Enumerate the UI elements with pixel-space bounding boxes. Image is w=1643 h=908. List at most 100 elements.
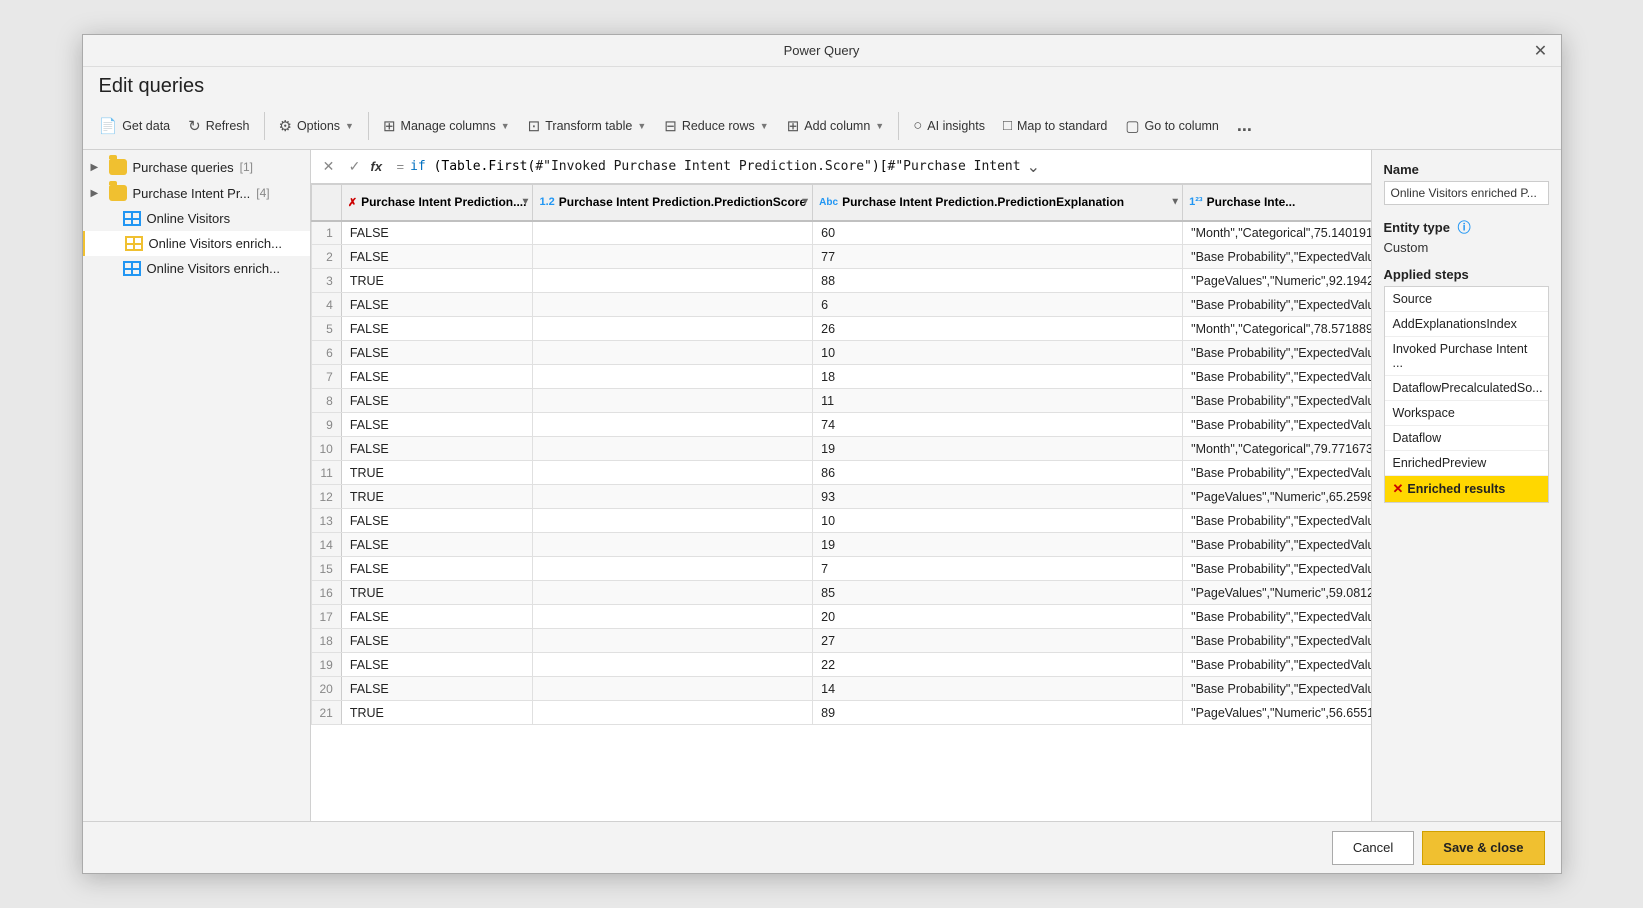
close-button[interactable]: ✕ [1529,39,1553,63]
table-cell: "PageValues","Numeric",92.19429633232734… [1183,269,1371,293]
applied-step-0[interactable]: Source [1385,287,1548,312]
row-number: 2 [311,245,341,269]
folder-icon [109,185,127,201]
sidebar-item-0[interactable]: ▶Purchase queries[1] [83,154,310,180]
col3-filter-icon[interactable]: ▼ [1170,197,1180,208]
table-cell: TRUE [341,701,533,725]
step-label: Enriched results [1407,482,1505,496]
get-data-button[interactable]: 📄 Get data [91,108,179,144]
entity-type-info-icon[interactable]: ⓘ [1458,220,1471,235]
table-cell: FALSE [341,221,533,245]
more-button[interactable]: ... [1229,108,1260,144]
sidebar-item-label: Online Visitors enrich... [147,261,280,276]
table-cell: 6 [813,293,1183,317]
row-number: 15 [311,557,341,581]
row-number: 3 [311,269,341,293]
table-cell: FALSE [341,413,533,437]
table-cell [533,341,813,365]
table-cell: 7 [813,557,1183,581]
table-row: 3TRUE88"PageValues","Numeric",92.1942963… [311,269,1371,293]
table-cell: TRUE [341,581,533,605]
reduce-rows-button[interactable]: ⊟ Reduce rows ▼ [656,108,776,144]
options-button[interactable]: ⚙ Options ▼ [271,108,362,144]
sidebar-item-count: [1] [240,160,253,174]
name-input[interactable] [1384,181,1549,205]
data-table-container[interactable]: ✗ Purchase Intent Prediction.... ▼ 1.2 P… [311,184,1371,821]
transform-chevron-icon: ▼ [637,121,646,131]
table-row: 4FALSE6"Base Probability","ExpectedValue… [311,293,1371,317]
sidebar-item-1[interactable]: ▶Purchase Intent Pr...[4] [83,180,310,206]
step-label: AddExplanationsIndex [1393,317,1517,331]
applied-step-5[interactable]: Dataflow [1385,426,1548,451]
applied-step-7[interactable]: ✕Enriched results [1385,476,1548,502]
row-number: 1 [311,221,341,245]
table-cell: FALSE [341,293,533,317]
table-cell: "Base Probability","ExpectedValueType",5… [1183,461,1371,485]
applied-step-4[interactable]: Workspace [1385,401,1548,426]
table-cell: 77 [813,245,1183,269]
table-cell: "Base Probability","ExpectedValueType",5… [1183,413,1371,437]
table-cell: "Base Probability","ExpectedValueType",5… [1183,341,1371,365]
table-cell: FALSE [341,389,533,413]
cancel-button[interactable]: Cancel [1332,831,1414,865]
sidebar-item-2[interactable]: Online Visitors [83,206,310,231]
formula-confirm-icon[interactable]: ✓ [345,158,365,175]
dialog-title: Power Query [784,43,860,58]
table-cell: FALSE [341,605,533,629]
table-cell: TRUE [341,269,533,293]
options-chevron-icon: ▼ [345,121,354,131]
step-label: EnrichedPreview [1393,456,1487,470]
row-number: 13 [311,509,341,533]
table-cell: 26 [813,317,1183,341]
separator3 [898,112,899,140]
power-query-dialog: Power Query ✕ Edit queries 📄 Get data ↻ … [82,34,1562,874]
table-cell: FALSE [341,629,533,653]
entity-type-label: Entity type ⓘ [1384,217,1549,236]
table-cell [533,581,813,605]
table-row: 5FALSE26"Month","Categorical",78.5718899… [311,317,1371,341]
entity-type-section: Entity type ⓘ Custom [1384,217,1549,255]
table-row: 15FALSE7"Base Probability","ExpectedValu… [311,557,1371,581]
col3-type-icon: Abc [819,197,838,208]
applied-step-6[interactable]: EnrichedPreview [1385,451,1548,476]
table-cell: 27 [813,629,1183,653]
table-cell: TRUE [341,485,533,509]
table-cell [533,365,813,389]
table-cell: "Base Probability","ExpectedValueType",5… [1183,629,1371,653]
table-cell: 10 [813,509,1183,533]
sidebar-item-3[interactable]: Online Visitors enrich... [83,231,310,256]
table-cell: "Base Probability","ExpectedValueType",5… [1183,605,1371,629]
table-cell: 18 [813,365,1183,389]
ai-insights-button[interactable]: ○ AI insights [905,108,993,144]
col1-filter-icon[interactable]: ▼ [521,197,531,208]
add-column-button[interactable]: ⊞ Add column ▼ [779,108,893,144]
map-to-standard-button[interactable]: □ Map to standard [995,108,1115,144]
table-cell: 86 [813,461,1183,485]
manage-columns-chevron-icon: ▼ [501,121,510,131]
refresh-button[interactable]: ↻ Refresh [180,108,257,144]
transform-table-button[interactable]: ⊡ Transform table ▼ [520,108,655,144]
table-cell: 19 [813,533,1183,557]
row-number-header [311,185,341,221]
table-cell: "PageValues","Numeric",59.08122553641114… [1183,581,1371,605]
table-row: 11TRUE86"Base Probability","ExpectedValu… [311,461,1371,485]
add-column-chevron-icon: ▼ [875,121,884,131]
row-number: 20 [311,677,341,701]
sidebar-item-4[interactable]: Online Visitors enrich... [83,256,310,281]
table-cell: TRUE [341,461,533,485]
col2-filter-icon[interactable]: ▼ [800,197,810,208]
table-cell [533,677,813,701]
table-cell: FALSE [341,509,533,533]
table-cell: "Base Probability","ExpectedValueType",5… [1183,509,1371,533]
formula-expand-icon[interactable]: ⌄ [1027,157,1040,177]
toolbar: 📄 Get data ↻ Refresh ⚙ Options ▼ ⊞ Manag… [83,102,1561,150]
go-to-column-button[interactable]: ▢ Go to column [1117,108,1227,144]
applied-step-2[interactable]: Invoked Purchase Intent ... [1385,337,1548,376]
applied-step-3[interactable]: DataflowPrecalculatedSo... [1385,376,1548,401]
manage-columns-button[interactable]: ⊞ Manage columns ▼ [375,108,518,144]
map-icon: □ [1003,117,1012,134]
applied-step-1[interactable]: AddExplanationsIndex [1385,312,1548,337]
save-close-button[interactable]: Save & close [1422,831,1544,865]
sidebar-item-label: Online Visitors enrich... [149,236,282,251]
formula-cancel-icon[interactable]: ✕ [319,158,339,175]
